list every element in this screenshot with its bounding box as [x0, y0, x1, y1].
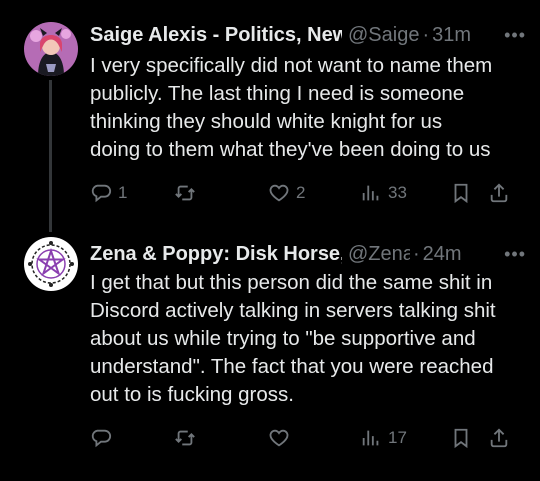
timestamp[interactable]: 31m [432, 22, 471, 48]
timestamp[interactable]: 24m [423, 241, 462, 267]
action-bar: 17 [90, 424, 520, 452]
share-icon [490, 428, 508, 448]
more-options-icon[interactable]: ••• [496, 241, 526, 267]
retweet-icon [175, 430, 195, 446]
tweet-2[interactable]: Zena & Poppy: Disk Horse, @Zena · 24m ••… [0, 225, 540, 481]
action-bar: 1 2 33 [90, 179, 520, 207]
author-handle[interactable]: @Saige [348, 22, 419, 48]
like-button[interactable]: 2 [268, 182, 305, 204]
separator-dot: · [413, 243, 420, 265]
avatar-illustration-icon [24, 22, 78, 76]
retweet-button[interactable] [174, 182, 202, 204]
retweet-icon [175, 185, 195, 201]
share-icon [490, 183, 508, 203]
author-name[interactable]: Saige Alexis - Politics, New [90, 22, 342, 48]
reply-button[interactable]: 1 [90, 182, 127, 204]
reply-icon [91, 429, 111, 448]
like-button[interactable] [268, 427, 296, 449]
reply-button[interactable] [90, 427, 118, 449]
avatar[interactable] [24, 22, 78, 76]
more-options-icon[interactable]: ••• [496, 22, 526, 48]
thread-line [49, 80, 52, 232]
views-button[interactable]: 33 [360, 182, 407, 204]
share-button[interactable] [488, 427, 510, 449]
like-count: 2 [296, 183, 306, 202]
tweet-text: I get that but this person did the same … [90, 271, 496, 406]
heart-icon [269, 429, 289, 447]
views-icon [362, 430, 379, 446]
bookmark-button[interactable] [450, 427, 472, 449]
bookmark-button[interactable] [450, 182, 472, 204]
view-count: 33 [388, 183, 407, 202]
author-handle[interactable]: @Zena [348, 241, 410, 267]
author-name[interactable]: Zena & Poppy: Disk Horse, [90, 241, 342, 267]
share-button[interactable] [488, 182, 510, 204]
reply-count: 1 [118, 183, 128, 202]
tweet-header: Saige Alexis - Politics, New @Saige · 31… [90, 22, 526, 48]
tweet-1[interactable]: Saige Alexis - Politics, New @Saige · 31… [0, 0, 540, 232]
separator-dot: · [422, 24, 430, 46]
views-button[interactable]: 17 [360, 427, 407, 449]
avatar[interactable] [24, 237, 78, 291]
views-icon [362, 185, 379, 201]
heart-icon [269, 184, 289, 202]
bookmark-icon [454, 428, 468, 449]
pentagram-avatar-icon [24, 237, 78, 291]
retweet-button[interactable] [174, 427, 202, 449]
tweet-header: Zena & Poppy: Disk Horse, @Zena · 24m ••… [90, 241, 526, 267]
bookmark-icon [454, 183, 468, 204]
reply-icon [91, 184, 111, 203]
view-count: 17 [388, 428, 407, 447]
tweet-text: I very specifically did not want to name… [90, 54, 493, 161]
